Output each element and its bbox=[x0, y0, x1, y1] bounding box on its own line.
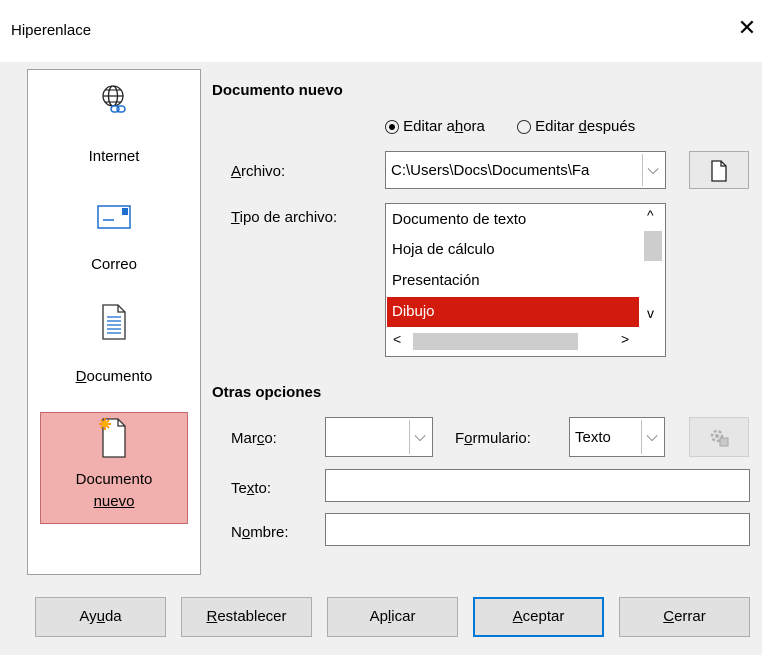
form-value: Texto bbox=[575, 429, 611, 446]
vertical-scroll-thumb[interactable] bbox=[644, 231, 662, 261]
edit-later-label: Editar después bbox=[535, 118, 636, 135]
reset-button[interactable]: Restablecer bbox=[181, 597, 312, 637]
apply-button[interactable]: Aplicar bbox=[327, 597, 458, 637]
frame-label: Marco: bbox=[231, 430, 277, 447]
scroll-up-icon[interactable]: ^ bbox=[647, 207, 654, 223]
radio-icon-checked bbox=[385, 120, 399, 135]
section-heading-other-options: Otras opciones bbox=[212, 384, 322, 401]
sidebar-item-label: Documento bbox=[75, 368, 153, 385]
list-item-selected[interactable]: Dibujo bbox=[387, 297, 639, 327]
section-heading-new-document: Documento nuevo bbox=[212, 82, 343, 99]
ok-button[interactable]: Aceptar bbox=[473, 597, 604, 637]
form-combobox[interactable]: Texto ⌵ bbox=[569, 417, 665, 457]
scroll-left-icon[interactable]: < bbox=[393, 331, 401, 347]
document-icon bbox=[102, 304, 126, 340]
sidebar-item-label-line2: nuevo bbox=[93, 493, 135, 510]
name-input[interactable] bbox=[325, 513, 750, 546]
text-label: Texto: bbox=[231, 480, 272, 497]
list-item[interactable]: Hoja de cálculo bbox=[387, 235, 639, 265]
help-button[interactable]: Ayuda bbox=[35, 597, 166, 637]
frame-combobox[interactable]: ⌵ bbox=[325, 417, 433, 457]
edit-now-radio[interactable]: Editar ahora bbox=[385, 118, 485, 135]
envelope-icon bbox=[97, 205, 131, 229]
sidebar-item-correo[interactable]: Correo bbox=[28, 188, 200, 292]
scroll-down-icon[interactable]: v bbox=[647, 305, 654, 321]
chevron-down-icon[interactable]: ⌵ bbox=[641, 420, 662, 454]
list-item[interactable]: Documento de texto bbox=[387, 205, 639, 235]
file-label: Archivo: bbox=[231, 163, 286, 180]
gear-macro-icon bbox=[710, 429, 729, 447]
horizontal-scroll-thumb[interactable] bbox=[413, 333, 578, 350]
vertical-scrollbar[interactable]: ^ v bbox=[641, 205, 665, 327]
name-label: Nombre: bbox=[231, 524, 289, 541]
title-bar bbox=[0, 0, 762, 62]
file-path-value: C:\Users\Docs\Documents\Fa bbox=[391, 162, 590, 179]
close-icon[interactable]: ✕ bbox=[733, 14, 761, 42]
window-title: Hiperenlace bbox=[11, 22, 92, 39]
events-button[interactable] bbox=[689, 417, 749, 457]
edit-now-label: Editar ahora bbox=[403, 118, 485, 135]
close-button[interactable]: Cerrar bbox=[619, 597, 750, 637]
file-icon bbox=[711, 160, 727, 182]
globe-link-icon bbox=[102, 85, 126, 113]
chevron-down-icon[interactable]: ⌵ bbox=[642, 154, 663, 186]
filetype-label: Tipo de archivo: bbox=[231, 209, 338, 226]
sidebar-item-documento[interactable]: Documento bbox=[28, 298, 200, 402]
form-label: Formulario: bbox=[455, 430, 531, 447]
file-path-combobox[interactable]: C:\Users\Docs\Documents\Fa ⌵ bbox=[385, 151, 666, 189]
sidebar-item-documento-nuevo[interactable]: Documento nuevo bbox=[40, 412, 188, 524]
scroll-right-icon[interactable]: > bbox=[621, 331, 629, 347]
radio-icon-unchecked bbox=[517, 120, 531, 135]
text-input[interactable] bbox=[325, 469, 750, 502]
horizontal-scrollbar[interactable]: < > bbox=[387, 328, 641, 354]
sidebar-item-label: Internet bbox=[88, 148, 140, 165]
sidebar-item-label-line1: Documento bbox=[75, 471, 153, 488]
new-document-icon bbox=[99, 418, 126, 458]
sidebar-item-label: Correo bbox=[91, 256, 137, 273]
filetype-listbox[interactable]: Documento de texto Hoja de cálculo Prese… bbox=[385, 203, 666, 357]
edit-later-radio[interactable]: Editar después bbox=[517, 118, 635, 135]
list-item[interactable]: Presentación bbox=[387, 266, 639, 296]
browse-file-button[interactable] bbox=[689, 151, 749, 189]
chevron-down-icon[interactable]: ⌵ bbox=[409, 420, 430, 454]
sidebar-item-internet[interactable]: Internet bbox=[28, 78, 200, 182]
sidebar: Internet Correo Documento Documento nuev… bbox=[27, 69, 201, 575]
